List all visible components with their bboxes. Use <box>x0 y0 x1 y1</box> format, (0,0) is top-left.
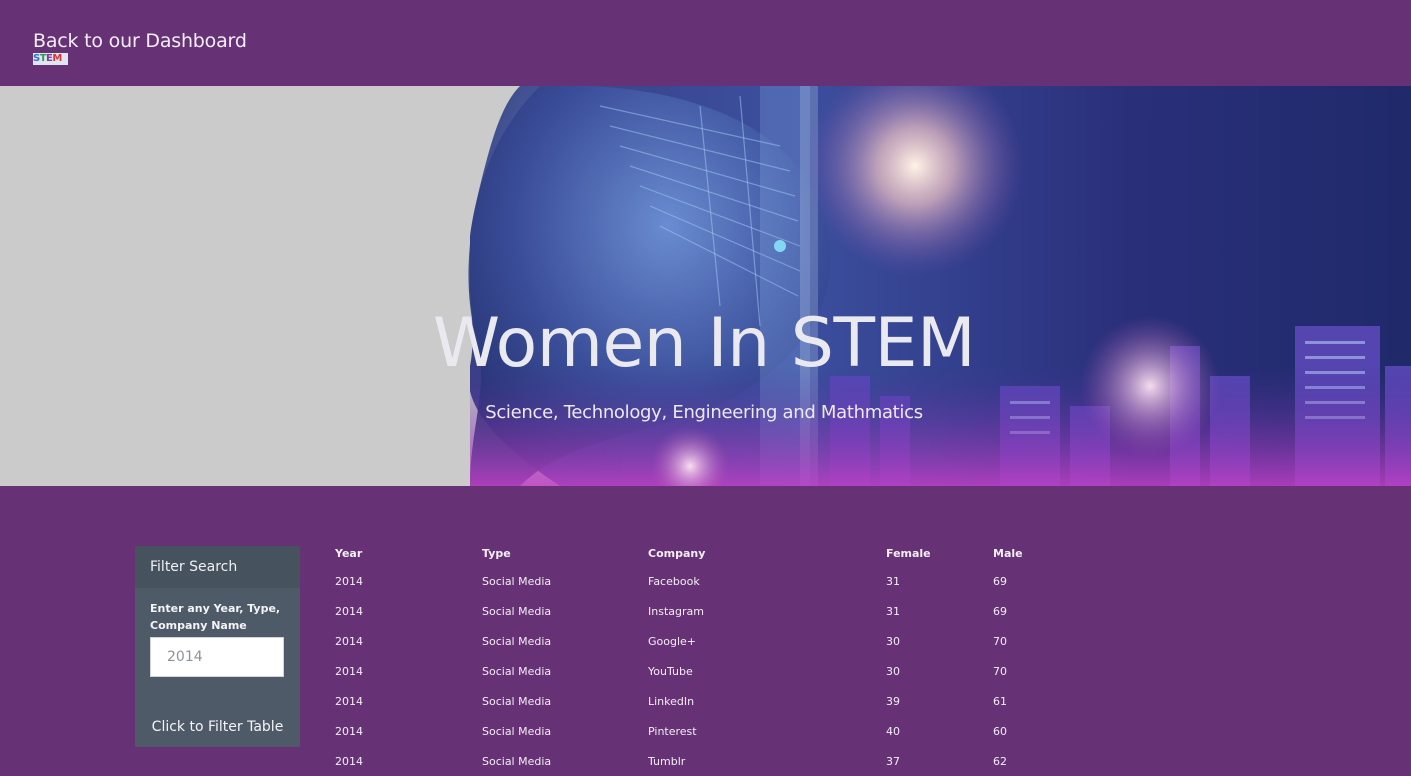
cell-year: 2014 <box>335 724 363 738</box>
cell-male: 70 <box>993 634 1007 648</box>
cell-company: Facebook <box>648 574 700 588</box>
column-header-female: Female <box>886 546 931 560</box>
cell-male: 70 <box>993 664 1007 678</box>
cell-female: 31 <box>886 604 900 618</box>
cell-female: 31 <box>886 574 900 588</box>
back-to-dashboard-link[interactable]: Back to our Dashboard <box>33 30 247 52</box>
table-row: 2014 Social Media Google+ 30 70 <box>335 626 1053 656</box>
table-row: 2014 Social Media YouTube 30 70 <box>335 656 1053 686</box>
cell-type: Social Media <box>482 694 552 708</box>
column-header-company: Company <box>648 546 706 560</box>
table-row: 2014 Social Media Tumblr 37 62 <box>335 746 1053 776</box>
column-header-year: Year <box>335 546 363 560</box>
cell-type: Social Media <box>482 754 552 768</box>
cell-male: 60 <box>993 724 1007 738</box>
column-header-type: Type <box>482 546 511 560</box>
table-row: 2014 Social Media Facebook 31 69 <box>335 566 1053 596</box>
cell-company: Tumblr <box>648 754 686 768</box>
logo-letter-m: M <box>52 53 62 64</box>
hero-background-image <box>468 86 1411 486</box>
filter-input[interactable] <box>150 637 284 677</box>
cell-male: 61 <box>993 694 1007 708</box>
cell-year: 2014 <box>335 754 363 768</box>
column-header-male: Male <box>993 546 1023 560</box>
logo-letter-s: S <box>33 53 40 64</box>
cell-type: Social Media <box>482 604 552 618</box>
cell-type: Social Media <box>482 634 552 648</box>
cell-type: Social Media <box>482 724 552 738</box>
data-table: Year Type Company Female Male 2014 Socia… <box>335 540 1053 776</box>
cell-female: 30 <box>886 664 900 678</box>
cell-female: 40 <box>886 724 900 738</box>
cell-company: Google+ <box>648 634 697 648</box>
cell-company: Pinterest <box>648 724 697 738</box>
cell-year: 2014 <box>335 574 363 588</box>
hero-subtitle: Science, Technology, Engineering and Mat… <box>485 402 923 423</box>
cell-type: Social Media <box>482 664 552 678</box>
cell-male: 69 <box>993 574 1007 588</box>
cell-year: 2014 <box>335 664 363 678</box>
hero-title: Women In STEM <box>432 304 976 383</box>
cell-year: 2014 <box>335 604 363 618</box>
hero-banner: Women In STEM Science, Technology, Engin… <box>0 86 1411 486</box>
table-row: 2014 Social Media Pinterest 40 60 <box>335 716 1053 746</box>
top-navbar: Back to our Dashboard STEM <box>0 0 1411 86</box>
cell-year: 2014 <box>335 634 363 648</box>
table-header-row: Year Type Company Female Male <box>335 540 1053 566</box>
filter-heading: Filter Search <box>135 546 300 588</box>
stem-logo[interactable]: STEM <box>33 53 68 65</box>
table-row: 2014 Social Media Instagram 31 69 <box>335 596 1053 626</box>
cell-company: YouTube <box>648 664 693 678</box>
cell-female: 30 <box>886 634 900 648</box>
cell-male: 62 <box>993 754 1007 768</box>
filter-table-button[interactable]: Click to Filter Table <box>135 716 300 738</box>
filter-panel: Filter Search Enter any Year, Type, Comp… <box>135 546 300 747</box>
cell-female: 37 <box>886 754 900 768</box>
cell-male: 69 <box>993 604 1007 618</box>
cell-company: Instagram <box>648 604 704 618</box>
cell-year: 2014 <box>335 694 363 708</box>
table-row: 2014 Social Media LinkedIn 39 61 <box>335 686 1053 716</box>
cell-type: Social Media <box>482 574 552 588</box>
filter-label: Enter any Year, Type, Company Name <box>150 602 281 632</box>
cell-company: LinkedIn <box>648 694 695 708</box>
cell-female: 39 <box>886 694 900 708</box>
